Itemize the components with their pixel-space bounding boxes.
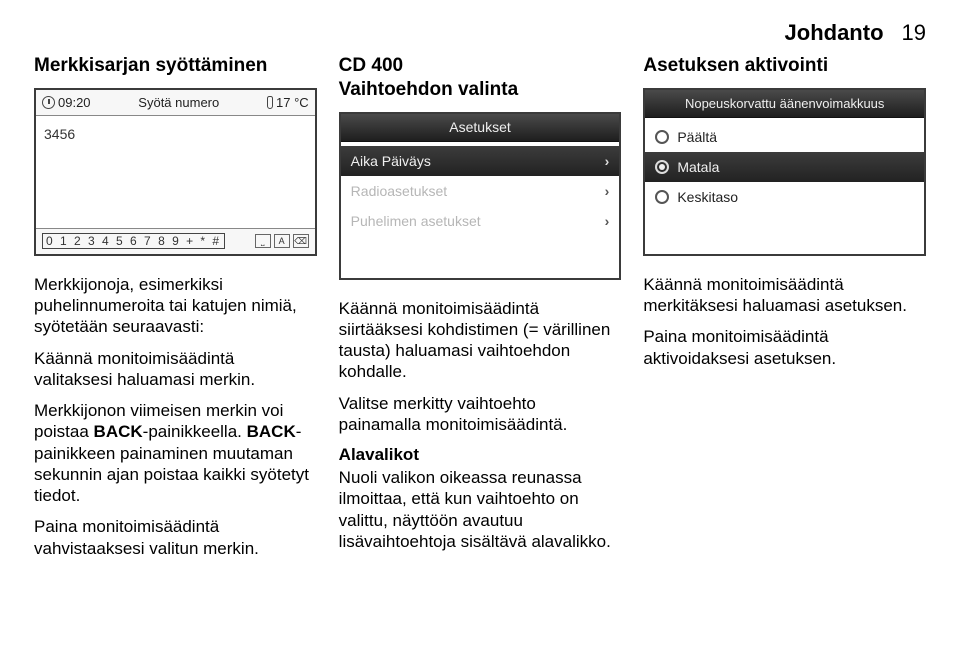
chevron-right-icon: › xyxy=(599,183,609,199)
status-temp: 17 °C xyxy=(267,95,309,110)
menu-title: Nopeuskorvattu äänenvoimakkuus xyxy=(645,90,924,118)
radio-icon xyxy=(655,160,669,174)
digit-key-row[interactable]: 0 1 2 3 4 5 6 7 8 9 + * # xyxy=(42,233,225,249)
page-header-title: Johdanto xyxy=(785,20,884,46)
menu-item-radio-settings[interactable]: Radioasetukset › xyxy=(341,176,620,206)
input-mode-icons[interactable]: ⎵ A ⌫ xyxy=(255,234,309,248)
col2-p1: Käännä monitoimisäädintä siirtääksesi ko… xyxy=(339,298,622,383)
option-off[interactable]: Päältä xyxy=(645,122,924,152)
col1-p3: Merkkijonon viimeisen merkin voi poistaa… xyxy=(34,400,317,506)
screenshot-enter-number: 09:20 Syötä numero 17 °C 3456 0 1 2 3 4 … xyxy=(34,88,317,256)
col1-p2: Käännä monitoimisäädintä valitaksesi hal… xyxy=(34,348,317,391)
menu-item-label: Radioasetukset xyxy=(351,183,448,199)
col2-heading: CD 400 Vaihtoehdon valinta xyxy=(339,54,622,102)
chevron-right-icon: › xyxy=(599,153,609,169)
col2-p3: Nuoli valikon oikeassa reunassa ilmoitta… xyxy=(339,467,622,552)
screen-title: Syötä numero xyxy=(91,95,267,110)
status-time-value: 09:20 xyxy=(58,95,91,110)
column-2: CD 400 Vaihtoehdon valinta Asetukset Aik… xyxy=(339,54,622,569)
clock-icon xyxy=(42,96,55,109)
menu-item-label: Aika Päiväys xyxy=(351,153,431,169)
option-label: Keskitaso xyxy=(677,189,738,205)
col3-heading: Asetuksen aktivointi xyxy=(643,54,926,78)
col2-p2: Valitse merkitty vaihtoehto painamalla m… xyxy=(339,393,622,436)
backspace-icon[interactable]: ⌫ xyxy=(293,234,309,248)
option-medium[interactable]: Keskitaso xyxy=(645,182,924,212)
col1-heading: Merkkisarjan syöttäminen xyxy=(34,54,317,78)
thermometer-icon xyxy=(267,96,273,109)
menu-title: Asetukset xyxy=(341,114,620,142)
screenshot-settings-menu: Asetukset Aika Päiväys › Radioasetukset … xyxy=(339,112,622,280)
col3-p2: Paina monitoimisäädintä aktivoidaksesi a… xyxy=(643,326,926,369)
col2-subhead: Alavalikot xyxy=(339,445,622,465)
column-3: Asetuksen aktivointi Nopeuskorvattu ääne… xyxy=(643,54,926,569)
radio-icon xyxy=(655,190,669,204)
col1-p4: Paina monitoimisäädintä vahvistaaksesi v… xyxy=(34,516,317,559)
letters-icon[interactable]: A xyxy=(274,234,290,248)
col3-p1: Käännä monitoimisäädintä merkitäksesi ha… xyxy=(643,274,926,317)
menu-item-phone-settings[interactable]: Puhelimen asetukset › xyxy=(341,206,620,236)
status-time: 09:20 xyxy=(42,95,91,110)
chevron-right-icon: › xyxy=(599,213,609,229)
radio-icon xyxy=(655,130,669,144)
entered-digits: 3456 xyxy=(44,126,75,142)
option-low[interactable]: Matala xyxy=(645,152,924,182)
status-temp-value: 17 °C xyxy=(276,95,309,110)
column-1: Merkkisarjan syöttäminen 09:20 Syötä num… xyxy=(34,54,317,569)
option-label: Matala xyxy=(677,159,719,175)
col1-p1: Merkkijonoja, esimerkiksi puhelinnumeroi… xyxy=(34,274,317,338)
screenshot-activate-setting: Nopeuskorvattu äänenvoimakkuus Päältä Ma… xyxy=(643,88,926,256)
menu-item-label: Puhelimen asetukset xyxy=(351,213,481,229)
space-icon[interactable]: ⎵ xyxy=(255,234,271,248)
page-header-number: 19 xyxy=(902,20,926,46)
option-label: Päältä xyxy=(677,129,717,145)
menu-item-time-date[interactable]: Aika Päiväys › xyxy=(341,146,620,176)
